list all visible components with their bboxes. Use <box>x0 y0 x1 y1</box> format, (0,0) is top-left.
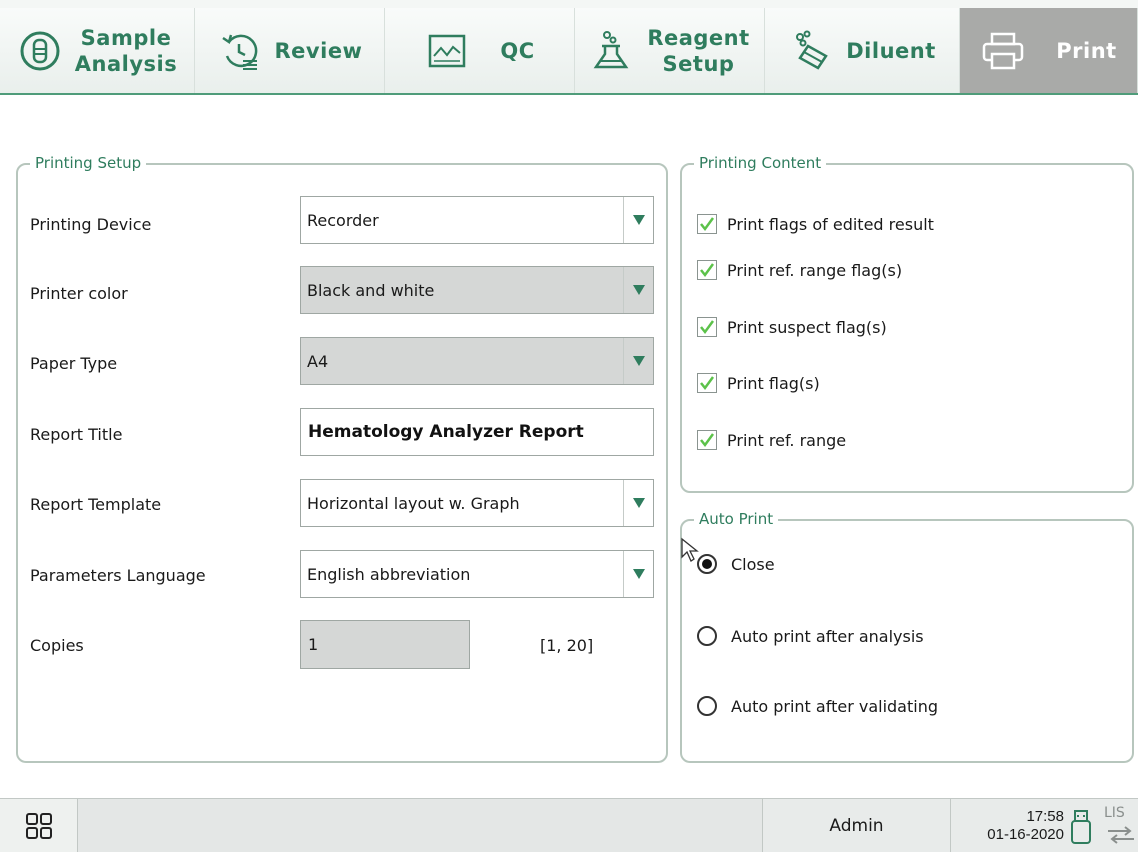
clock: 17:58 01-16-2020 <box>950 799 1070 852</box>
tab-label: Diluent <box>846 38 936 63</box>
print-ref-range-checkbox[interactable]: Print ref. range <box>697 428 846 452</box>
checkmark-icon <box>697 317 717 337</box>
status-message-area <box>78 799 762 852</box>
tab-label: QC <box>500 38 535 63</box>
grid-menu-icon <box>25 813 52 839</box>
tab-sample-analysis[interactable]: Sample Analysis <box>0 8 195 93</box>
radio-label: Auto print after validating <box>731 696 938 716</box>
tab-label-line2: Analysis <box>74 51 178 76</box>
qc-icon <box>429 34 466 67</box>
top-tab-bar: Sample Analysis Review QC Reagent Setup … <box>0 0 1138 95</box>
auto-print-title: Auto Print <box>694 510 779 528</box>
usb-storage-icon <box>1071 810 1091 844</box>
lis-transfer-icon <box>1108 826 1134 844</box>
mouse-cursor-icon <box>681 537 699 562</box>
report-template-select[interactable]: Horizontal layout w. Graph <box>300 479 654 527</box>
current-user: Admin <box>762 799 950 852</box>
tab-qc[interactable]: QC <box>385 8 575 93</box>
printing-device-value: Recorder <box>307 210 379 230</box>
printer-color-label: Printer color <box>30 284 128 303</box>
review-icon <box>221 34 257 70</box>
auto-print-close-radio[interactable]: Close <box>697 552 775 576</box>
copies-label: Copies <box>30 636 84 655</box>
radio-unselected-icon <box>697 696 717 716</box>
sample-analysis-icon <box>20 31 60 70</box>
dropdown-arrow-icon <box>623 267 653 313</box>
tab-diluent[interactable]: Diluent <box>765 8 960 93</box>
paper-type-label: Paper Type <box>30 354 118 373</box>
tab-review[interactable]: Review <box>195 8 385 93</box>
printing-setup-title: Printing Setup <box>30 154 147 172</box>
report-template-label: Report Template <box>30 495 162 514</box>
status-bar: Admin 17:58 01-16-2020 LIS <box>0 798 1138 852</box>
checkmark-icon <box>697 430 717 450</box>
dropdown-arrow-icon <box>623 480 653 526</box>
radio-label: Auto print after analysis <box>731 626 924 646</box>
parameters-language-label: Parameters Language <box>30 566 206 585</box>
printer-color-select[interactable]: Black and white <box>300 266 654 314</box>
report-template-value: Horizontal layout w. Graph <box>307 493 520 513</box>
printing-setup-group: Printing Setup <box>16 154 668 763</box>
radio-label: Close <box>731 554 775 574</box>
print-flags-edited-checkbox[interactable]: Print flags of edited result <box>697 212 934 236</box>
tab-label: Review <box>274 38 363 63</box>
checkbox-label: Print ref. range <box>727 430 847 450</box>
report-title-input[interactable]: Hematology Analyzer Report <box>300 408 654 456</box>
checkbox-label: Print ref. range flag(s) <box>727 260 903 280</box>
printer-color-value: Black and white <box>307 280 435 300</box>
radio-unselected-icon <box>697 626 717 646</box>
checkmark-icon <box>697 260 717 280</box>
tab-label: Print <box>1056 38 1117 63</box>
checkmark-icon <box>697 373 717 393</box>
dropdown-arrow-icon <box>623 338 653 384</box>
dropdown-arrow-icon <box>623 197 653 243</box>
parameters-language-value: English abbreviation <box>307 564 471 584</box>
clock-time: 17:58 <box>1026 808 1064 825</box>
printer-icon <box>983 32 1024 69</box>
printing-device-label: Printing Device <box>30 215 152 234</box>
tab-print[interactable]: Print <box>960 8 1138 93</box>
copies-range: [1, 20] <box>540 636 594 655</box>
checkbox-label: Print suspect flag(s) <box>727 317 887 337</box>
checkbox-label: Print flag(s) <box>727 373 820 393</box>
menu-button[interactable] <box>0 799 78 852</box>
printing-device-select[interactable]: Recorder <box>300 196 654 244</box>
paper-type-value: A4 <box>307 351 329 371</box>
parameters-language-select[interactable]: English abbreviation <box>300 550 654 598</box>
dropdown-arrow-icon <box>623 551 653 597</box>
print-ref-range-flags-checkbox[interactable]: Print ref. range flag(s) <box>697 258 902 282</box>
printing-content-title: Printing Content <box>694 154 827 172</box>
tab-label-line1: Sample <box>80 25 172 50</box>
copies-input[interactable]: 1 <box>300 620 470 669</box>
print-suspect-flags-checkbox[interactable]: Print suspect flag(s) <box>697 315 887 339</box>
lis-status-label: LIS <box>1104 805 1125 821</box>
tab-label-line2: Setup <box>662 51 735 76</box>
clock-date: 01-16-2020 <box>987 826 1064 843</box>
print-flags-checkbox[interactable]: Print flag(s) <box>697 371 820 395</box>
report-title-label: Report Title <box>30 425 123 444</box>
tab-label-line1: Reagent <box>647 25 750 50</box>
auto-print-after-validating-radio[interactable]: Auto print after validating <box>697 694 938 718</box>
tab-reagent-setup[interactable]: Reagent Setup <box>575 8 765 93</box>
checkbox-label: Print flags of edited result <box>727 214 934 234</box>
reagent-flask-icon <box>593 30 629 68</box>
paper-type-select[interactable]: A4 <box>300 337 654 385</box>
checkmark-icon <box>697 214 717 234</box>
auto-print-after-analysis-radio[interactable]: Auto print after analysis <box>697 624 924 648</box>
diluent-icon <box>796 30 829 70</box>
